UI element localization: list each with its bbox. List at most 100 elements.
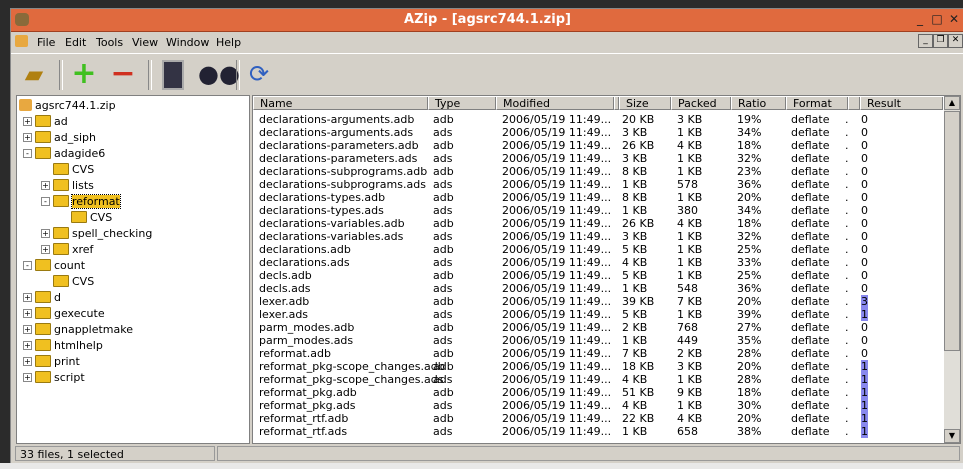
col-blank[interactable] bbox=[848, 97, 860, 110]
col-name[interactable]: Name bbox=[253, 97, 428, 110]
close-button[interactable]: ✕ bbox=[948, 13, 960, 25]
open-archive-button[interactable]: ▰ bbox=[19, 58, 49, 90]
cell-type: adb bbox=[433, 243, 454, 256]
col-ratio[interactable]: Ratio bbox=[731, 97, 786, 110]
menu-file[interactable]: File bbox=[37, 36, 55, 49]
expand-toggle[interactable]: + bbox=[23, 308, 32, 318]
tree-node[interactable]: - adagide6 bbox=[23, 145, 105, 161]
tree-node[interactable]: + script bbox=[23, 369, 85, 385]
expand-toggle[interactable]: + bbox=[23, 324, 32, 334]
table-row[interactable]: declarations.adb adb 2006/05/19 11:49... 5 … bbox=[253, 243, 943, 256]
tree-node[interactable]: CVS bbox=[41, 273, 94, 289]
expand-toggle[interactable]: + bbox=[23, 116, 32, 126]
expand-toggle[interactable]: + bbox=[23, 132, 32, 142]
menu-tools[interactable]: Tools bbox=[96, 36, 123, 49]
remove-button[interactable]: − bbox=[108, 58, 138, 90]
table-row[interactable]: parm_modes.adb adb 2006/05/19 11:49... 2 KB… bbox=[253, 321, 943, 334]
folder-tree[interactable]: agsrc744.1.zip + ad + ad_siph - adagide6 CVS + l… bbox=[16, 95, 250, 444]
tree-node[interactable]: - reformat bbox=[41, 193, 121, 209]
table-row[interactable]: declarations-arguments.adb adb 2006/05/19 … bbox=[253, 113, 943, 126]
menu-window[interactable]: Window bbox=[166, 36, 209, 49]
expand-toggle[interactable]: - bbox=[23, 148, 32, 158]
expand-toggle[interactable]: + bbox=[23, 292, 32, 302]
cell-result: 1 bbox=[861, 360, 868, 373]
tree-node[interactable]: + htmlhelp bbox=[23, 337, 103, 353]
tree-node[interactable]: - count bbox=[23, 257, 85, 273]
tree-node[interactable]: + ad_siph bbox=[23, 129, 96, 145]
expand-toggle[interactable]: + bbox=[41, 180, 50, 190]
tree-node[interactable]: CVS bbox=[59, 209, 112, 225]
folder-icon bbox=[35, 259, 51, 271]
expand-toggle[interactable]: + bbox=[41, 228, 50, 238]
table-row[interactable]: reformat_rtf.ads ads 2006/05/19 11:49... 1 … bbox=[253, 425, 943, 438]
table-row[interactable]: decls.ads ads 2006/05/19 11:49... 1 KB 548 36… bbox=[253, 282, 943, 295]
mdi-restore-button[interactable]: ❐ bbox=[933, 34, 948, 48]
expand-toggle[interactable]: + bbox=[23, 356, 32, 366]
table-row[interactable]: reformat_pkg-scope_changes.adb adb 2006/05… bbox=[253, 360, 943, 373]
table-row[interactable]: reformat_pkg.adb adb 2006/05/19 11:49... 51… bbox=[253, 386, 943, 399]
archive-icon bbox=[19, 99, 32, 111]
col-packed[interactable]: Packed bbox=[671, 97, 731, 110]
vertical-scrollbar[interactable]: ▲ ▼ bbox=[944, 96, 960, 443]
expand-toggle[interactable]: + bbox=[23, 340, 32, 350]
tree-node[interactable]: CVS bbox=[41, 161, 94, 177]
expand-toggle[interactable]: + bbox=[41, 244, 50, 254]
table-row[interactable]: declarations-subprograms.adb adb 2006/05/1… bbox=[253, 165, 943, 178]
menu-edit[interactable]: Edit bbox=[65, 36, 86, 49]
table-row[interactable]: declarations-parameters.ads ads 2006/05/19… bbox=[253, 152, 943, 165]
table-row[interactable]: decls.adb adb 2006/05/19 11:49... 5 KB 1 KB 2… bbox=[253, 269, 943, 282]
tree-node[interactable]: + xref bbox=[41, 241, 93, 257]
minimize-button[interactable]: _ bbox=[914, 13, 926, 25]
scroll-thumb[interactable] bbox=[944, 111, 960, 351]
table-row[interactable]: declarations-subprograms.ads ads 2006/05/1… bbox=[253, 178, 943, 191]
cell-packed: 3 KB bbox=[677, 360, 703, 373]
col-result[interactable]: Result bbox=[860, 97, 943, 110]
mdi-close-button[interactable]: ✕ bbox=[948, 34, 963, 48]
tree-node[interactable]: + print bbox=[23, 353, 80, 369]
table-row[interactable]: declarations-types.adb adb 2006/05/19 11:4… bbox=[253, 191, 943, 204]
cell-size: 1 KB bbox=[622, 282, 648, 295]
expand-toggle[interactable]: + bbox=[23, 372, 32, 382]
tree-node[interactable]: + d bbox=[23, 289, 61, 305]
table-row[interactable]: lexer.adb adb 2006/05/19 11:49... 39 KB 7 KB… bbox=[253, 295, 943, 308]
tree-node[interactable]: + lists bbox=[41, 177, 94, 193]
table-row[interactable]: declarations-types.ads ads 2006/05/19 11:4… bbox=[253, 204, 943, 217]
table-row[interactable]: declarations.ads ads 2006/05/19 11:49... 4 … bbox=[253, 256, 943, 269]
cell-type: adb bbox=[433, 139, 454, 152]
tree-root[interactable]: agsrc744.1.zip bbox=[19, 97, 116, 113]
tree-node[interactable]: + gnappletmake bbox=[23, 321, 133, 337]
tree-node[interactable]: + ad bbox=[23, 113, 68, 129]
tree-node[interactable]: + spell_checking bbox=[41, 225, 152, 241]
tree-node[interactable]: + gexecute bbox=[23, 305, 105, 321]
file-list[interactable]: Name Type Modified Size Packed Ratio For… bbox=[252, 95, 961, 444]
maximize-button[interactable]: □ bbox=[931, 13, 943, 25]
mdi-minimize-button[interactable]: _ bbox=[918, 34, 933, 48]
add-button[interactable]: + bbox=[69, 58, 99, 90]
scroll-down-button[interactable]: ▼ bbox=[944, 429, 960, 443]
table-row[interactable]: declarations-variables.adb adb 2006/05/19 … bbox=[253, 217, 943, 230]
cell-dot: . bbox=[845, 204, 849, 217]
table-row[interactable]: reformat_pkg.ads ads 2006/05/19 11:49... 4 … bbox=[253, 399, 943, 412]
table-row[interactable]: lexer.ads ads 2006/05/19 11:49... 5 KB 1 KB 3… bbox=[253, 308, 943, 321]
table-row[interactable]: reformat_rtf.adb adb 2006/05/19 11:49... 22… bbox=[253, 412, 943, 425]
test-button[interactable] bbox=[158, 58, 188, 90]
col-format[interactable]: Format bbox=[786, 97, 848, 110]
table-row[interactable]: declarations-variables.ads ads 2006/05/19 … bbox=[253, 230, 943, 243]
col-type[interactable]: Type bbox=[428, 97, 496, 110]
table-row[interactable]: reformat.adb adb 2006/05/19 11:49... 7 KB 2 … bbox=[253, 347, 943, 360]
table-row[interactable]: parm_modes.ads ads 2006/05/19 11:49... 1 KB… bbox=[253, 334, 943, 347]
update-button[interactable]: ⟳ bbox=[244, 58, 274, 90]
menu-help[interactable]: Help bbox=[216, 36, 241, 49]
scroll-up-button[interactable]: ▲ bbox=[944, 96, 960, 110]
table-row[interactable]: reformat_pkg-scope_changes.ads ads 2006/05… bbox=[253, 373, 943, 386]
find-button[interactable]: ●● bbox=[198, 58, 240, 90]
col-modified[interactable]: Modified bbox=[496, 97, 614, 110]
table-row[interactable]: declarations-parameters.adb adb 2006/05/19… bbox=[253, 139, 943, 152]
cell-ratio: 18% bbox=[737, 217, 762, 230]
table-row[interactable]: declarations-arguments.ads ads 2006/05/19 … bbox=[253, 126, 943, 139]
col-size[interactable]: Size bbox=[619, 97, 671, 110]
expand-toggle[interactable]: - bbox=[41, 196, 50, 206]
expand-toggle[interactable]: - bbox=[23, 260, 32, 270]
cell-format: deflate bbox=[791, 152, 830, 165]
menu-view[interactable]: View bbox=[132, 36, 158, 49]
